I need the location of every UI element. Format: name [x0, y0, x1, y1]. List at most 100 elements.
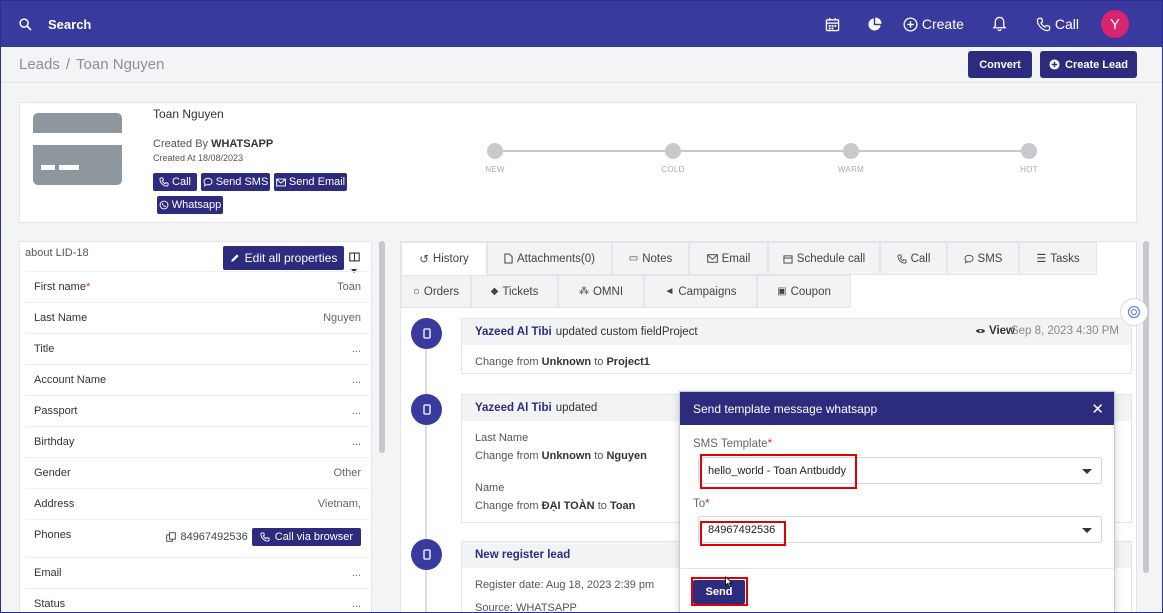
mail-icon — [276, 178, 286, 186]
send-email-button[interactable]: Send Email — [274, 173, 347, 191]
timeline-date: Sep 8, 2023 4:30 PM — [1010, 325, 1119, 337]
timeline-user[interactable]: Yazeed Al Tibi — [475, 402, 552, 414]
tab-notes[interactable]: ▭ Notes — [612, 242, 689, 275]
activity-scrollbar[interactable] — [1143, 241, 1149, 573]
tab-email[interactable]: Email — [689, 242, 768, 275]
timeline-user[interactable]: Yazeed Al Tibi — [475, 326, 552, 338]
phone-icon — [1036, 17, 1051, 31]
property-row-birthday[interactable]: Birthday ... — [25, 426, 369, 457]
tab-sms[interactable]: SMS — [947, 242, 1019, 275]
stage-label: NEW — [485, 165, 505, 174]
tab-campaigns[interactable]: ◄ Campaigns — [644, 275, 757, 308]
property-value: ... — [351, 374, 361, 386]
timeline-event-icon — [411, 318, 442, 349]
eye-icon — [975, 328, 986, 334]
stage-label: HOT — [1020, 165, 1038, 174]
assistant-float-button[interactable] — [1120, 298, 1148, 326]
calendar-icon[interactable] — [819, 1, 847, 47]
property-row-passport[interactable]: Passport ... — [25, 395, 369, 426]
view-link[interactable]: View — [975, 325, 1015, 337]
property-row-title[interactable]: Title ... — [25, 333, 369, 364]
created-at: Created At 18/08/2023 — [153, 153, 244, 163]
stage-label: WARM — [837, 165, 865, 174]
pie-chart-icon[interactable] — [861, 1, 889, 47]
properties-title: about LID-18 — [25, 247, 89, 259]
top-navbar: Search Create Call Y — [1, 1, 1162, 47]
highlight-send — [691, 577, 748, 606]
tab-tickets[interactable]: ◆ Tickets — [471, 275, 558, 308]
call-label: Call — [1054, 16, 1079, 32]
property-row-first-name[interactable]: First name* Toan — [25, 271, 369, 302]
property-row-gender[interactable]: Gender Other — [25, 457, 369, 488]
search-icon — [19, 17, 32, 31]
call-via-browser-button[interactable]: Call via browser — [251, 528, 361, 546]
breadcrumb-separator: / — [65, 56, 71, 73]
send-sms-button[interactable]: Send SMS — [201, 173, 270, 191]
property-row-address[interactable]: Address Vietnam, — [25, 488, 369, 519]
stage-hot[interactable]: HOT — [999, 143, 1059, 174]
properties-scrollbar[interactable] — [379, 241, 385, 453]
timeline-line — [425, 334, 427, 612]
call-button[interactable]: Call — [153, 173, 197, 191]
timeline-action: updated custom fieldProject — [555, 326, 698, 338]
pencil-icon — [230, 254, 239, 262]
tab-orders[interactable]: ○ Orders — [401, 275, 471, 308]
created-by: Created By WHATSAPP — [153, 138, 273, 150]
stage-new[interactable]: NEW — [465, 143, 525, 174]
tab-history[interactable]: ↺ History — [401, 242, 487, 275]
property-row-last-name[interactable]: Last Name Nguyen — [25, 302, 369, 333]
plus-circle-icon — [1049, 59, 1060, 70]
property-row-status[interactable]: Status ... — [25, 588, 369, 612]
modal-title: Send template message whatsapp — [693, 401, 878, 416]
ticket-icon: ◆ — [490, 286, 499, 297]
property-row-account-name[interactable]: Account Name ... — [25, 364, 369, 395]
highlight-template — [700, 454, 857, 489]
sms-template-label: SMS Template* — [693, 438, 773, 450]
timeline-title: New register lead — [475, 549, 571, 561]
edit-all-properties-button[interactable]: Edit all properties — [223, 246, 344, 270]
tab-attachments[interactable]: Attachments(0) — [487, 242, 612, 275]
lead-summary-card: Toan Nguyen Created By WHATSAPP Created … — [19, 102, 1137, 223]
breadcrumb-root[interactable]: Leads — [19, 56, 60, 73]
property-row-phones[interactable]: Phones 84967492536 Call via browser — [25, 519, 369, 557]
copy-icon[interactable] — [166, 532, 177, 542]
property-row-email[interactable]: Email ... — [25, 557, 369, 588]
stage-label: COLD — [661, 165, 685, 174]
whatsapp-button[interactable]: Whatsapp — [157, 196, 223, 214]
timeline-event-icon — [411, 394, 442, 425]
tab-call[interactable]: Call — [880, 242, 947, 275]
phone-icon — [260, 532, 270, 542]
property-key: Gender — [34, 467, 71, 479]
global-search[interactable]: Search — [19, 17, 91, 32]
chevron-down-icon — [1082, 528, 1092, 533]
close-icon[interactable]: ✕ — [1091, 400, 1104, 418]
tab-omni[interactable]: ⁂ OMNI — [558, 275, 644, 308]
lead-card-icon — [33, 113, 122, 185]
search-label: Search — [48, 16, 92, 32]
orders-icon: ○ — [412, 285, 420, 298]
property-value: Other — [333, 467, 361, 479]
phones-value: 84967492536 Call via browser — [166, 528, 361, 546]
mail-icon — [706, 254, 718, 263]
property-key: Account Name — [34, 374, 107, 386]
call-menu[interactable]: Call — [1036, 16, 1079, 32]
tab-schedule-call[interactable]: Schedule call — [768, 242, 880, 275]
calendar-icon — [783, 254, 793, 264]
stage-warm[interactable]: WARM — [821, 143, 881, 174]
send-sms-label: Send SMS — [215, 176, 269, 188]
megaphone-icon: ◄ — [664, 286, 675, 297]
note-icon: ▭ — [628, 253, 639, 264]
tab-coupon[interactable]: ▣ Coupon — [757, 275, 851, 308]
bell-icon[interactable] — [986, 1, 1014, 47]
convert-button[interactable]: Convert — [968, 51, 1032, 78]
lead-name: Toan Nguyen — [153, 107, 224, 121]
whatsapp-icon — [159, 200, 169, 210]
tab-tasks[interactable]: ☰ Tasks — [1019, 242, 1097, 275]
highlight-to — [700, 521, 786, 546]
edit-all-label: Edit all properties — [244, 251, 338, 265]
stage-cold[interactable]: COLD — [643, 143, 703, 174]
create-lead-button[interactable]: Create Lead — [1040, 51, 1137, 78]
user-avatar[interactable]: Y — [1101, 10, 1129, 38]
breadcrumb-current: Toan Nguyen — [76, 56, 165, 73]
create-menu[interactable]: Create — [903, 16, 964, 32]
